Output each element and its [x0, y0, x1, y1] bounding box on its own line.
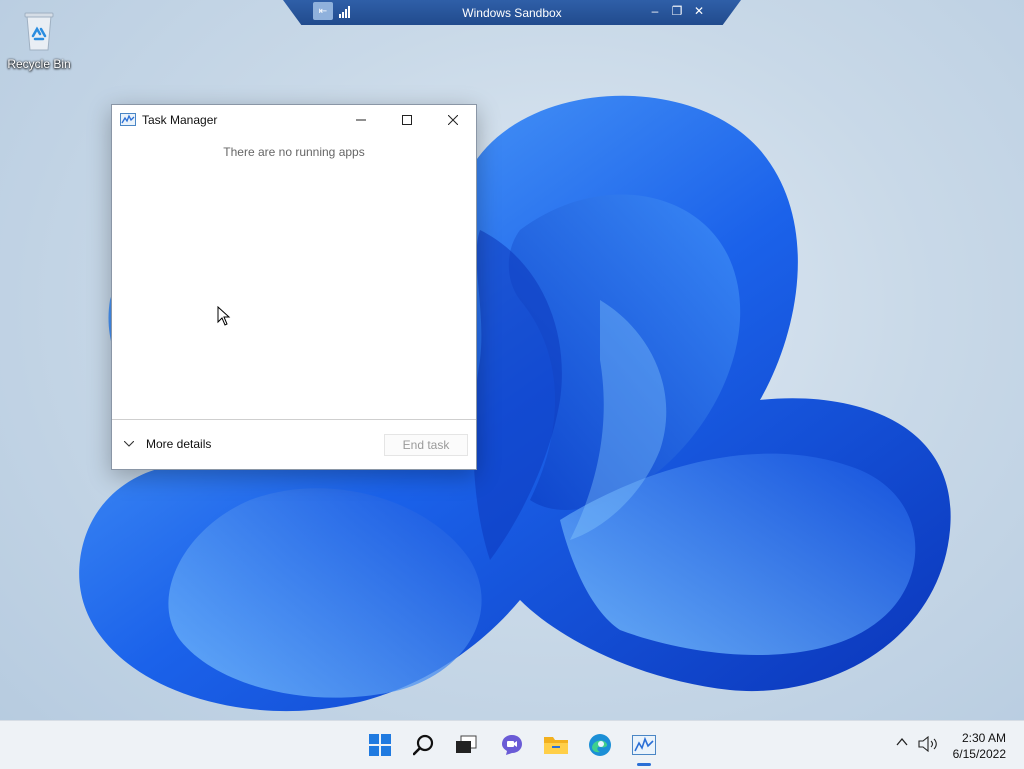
volume-icon[interactable] [918, 736, 938, 752]
maximize-button[interactable] [384, 105, 430, 135]
task-manager-window: Task Manager There are no running apps M… [111, 104, 477, 470]
recycle-bin-icon [24, 12, 54, 51]
close-icon [448, 115, 458, 125]
window-title: Task Manager [142, 113, 218, 127]
edge-button[interactable] [584, 729, 616, 761]
mouse-pointer-icon [217, 306, 231, 326]
clock[interactable]: 2:30 AM 6/15/2022 [953, 730, 1006, 762]
sandbox-close-button[interactable]: ✕ [691, 3, 707, 19]
task-manager-taskbar-button[interactable] [628, 729, 660, 761]
close-button[interactable] [430, 105, 476, 135]
search-button[interactable] [408, 729, 440, 761]
end-task-button[interactable]: End task [384, 434, 468, 456]
maximize-icon [402, 115, 412, 125]
file-explorer-icon [544, 737, 568, 754]
teams-chat-icon [502, 735, 522, 755]
task-manager-titlebar[interactable]: Task Manager [112, 105, 476, 135]
task-view-button[interactable] [450, 729, 482, 761]
chevron-up-icon[interactable] [896, 736, 908, 748]
teams-chat-button[interactable] [496, 729, 528, 761]
sandbox-restore-button[interactable]: ❐ [669, 3, 685, 19]
taskbar: 2:30 AM 6/15/2022 [0, 720, 1024, 769]
task-manager-footer: More details End task [112, 419, 476, 469]
more-details-label: More details [146, 437, 212, 451]
empty-apps-message: There are no running apps [223, 145, 365, 159]
task-view-icon [456, 735, 477, 753]
start-button[interactable] [364, 729, 396, 761]
file-explorer-button[interactable] [540, 729, 572, 761]
minimize-icon [356, 119, 366, 121]
start-icon [369, 734, 391, 756]
active-app-indicator [637, 763, 651, 766]
minimize-button[interactable] [338, 105, 384, 135]
task-manager-icon [632, 735, 656, 755]
sandbox-connection-bar: ⇤ Windows Sandbox – ❐ ✕ [283, 0, 741, 25]
recycle-bin-shortcut[interactable]: Recycle Bin [4, 8, 74, 71]
edge-icon [589, 734, 611, 756]
clock-time: 2:30 AM [961, 731, 1006, 745]
clock-date: 6/15/2022 [952, 747, 1006, 761]
task-manager-app-icon [120, 113, 136, 126]
chevron-down-icon [124, 441, 134, 447]
search-icon [413, 734, 434, 756]
sandbox-minimize-button[interactable]: – [647, 3, 663, 19]
recycle-bin-label: Recycle Bin [7, 57, 71, 71]
more-details-button[interactable]: More details [124, 437, 211, 451]
